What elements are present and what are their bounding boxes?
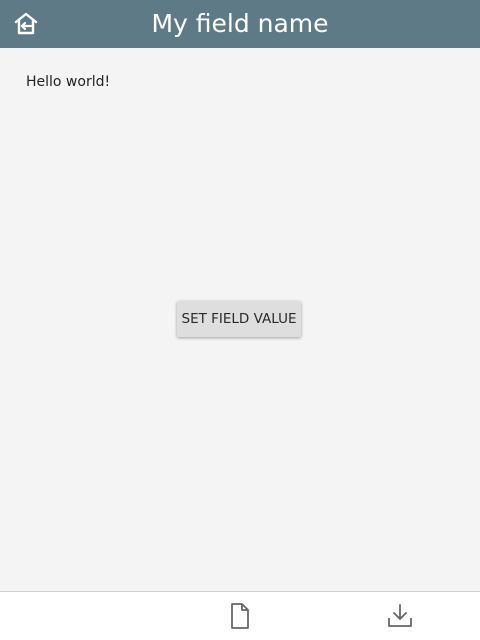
home-back-icon bbox=[14, 12, 38, 35]
app-header: My field name bbox=[0, 0, 480, 48]
field-value-text: Hello world! bbox=[26, 74, 111, 90]
download-button[interactable] bbox=[384, 600, 416, 632]
file-button[interactable] bbox=[224, 600, 256, 632]
file-icon bbox=[231, 603, 249, 629]
main-content: Hello world! SET FIELD VALUE bbox=[0, 48, 480, 591]
set-field-value-button[interactable]: SET FIELD VALUE bbox=[177, 301, 301, 337]
page-title: My field name bbox=[151, 9, 329, 38]
bottom-toolbar bbox=[0, 591, 480, 640]
download-icon bbox=[388, 604, 412, 627]
app-window: My field name Hello world! SET FIELD VAL… bbox=[0, 0, 480, 640]
home-button[interactable] bbox=[8, 6, 44, 42]
